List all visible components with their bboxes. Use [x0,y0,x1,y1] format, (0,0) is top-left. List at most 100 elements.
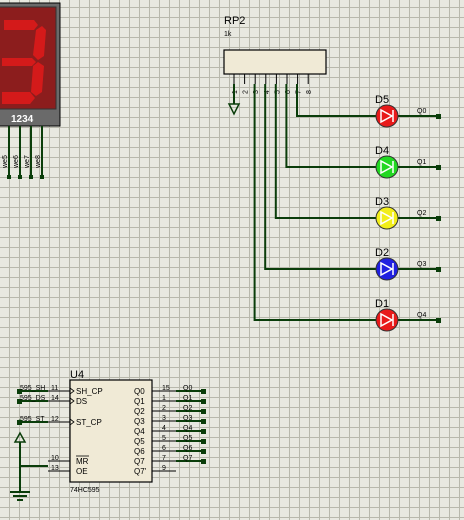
u4-left-pin-name: OE [76,467,88,476]
u4-right-net-label: Q2 [183,405,192,412]
u4-right-pin-name: Q5 [134,437,145,446]
display-pin-label: we7 [24,155,31,169]
led-ref: D3 [375,196,389,208]
u4-right-net-label: Q7 [183,455,192,462]
u4-right-pin-number: 6 [162,445,166,452]
u4-left-pin-name: ST_CP [76,418,102,427]
leds: D5 D4 D3 D2 D1 [375,94,399,332]
u4-left-pin-name: SH_CP [76,387,103,396]
led-ref: D1 [375,298,389,310]
power-arrow-icon [13,431,27,443]
led-wire [253,84,376,321]
u4-ref: U4 [70,369,84,381]
display-pin-label: we8 [35,155,42,169]
net-terminal [201,399,206,404]
net-terminal [436,165,441,170]
net-terminal [201,409,206,414]
display-pins: we5 we6 we7 we8 [2,126,44,179]
u4-right-net-label: Q4 [183,425,192,432]
display-pin-end [40,175,44,179]
led-body [375,257,399,281]
seven-segment-display[interactable]: 1234 we5 we6 we7 we8 [0,2,61,179]
u4-left-net-label: 595_SH [20,385,45,392]
u4-right-net-label: Q6 [183,445,192,452]
rp2-value: 1k [224,31,232,38]
u4-right-pin-name: Q1 [134,397,145,406]
u4-right-pin-name: Q4 [134,427,145,436]
u4-left-pin-number: 14 [51,395,59,402]
led-net-label: Q4 [417,312,426,319]
rp2-pin-number: 8 [306,90,313,94]
u4-left-pin-name: DS [76,397,87,406]
net-terminal [201,429,206,434]
u4-left-pin-name: MR [76,457,89,466]
led-d3[interactable]: D3 [375,196,399,230]
net-terminal [201,389,206,394]
led-d4[interactable]: D4 [375,145,399,179]
u4-part: 74HC595 [70,487,100,494]
u4-right-pin-number: 7 [162,455,166,462]
u4-right-pin-name: Q2 [134,407,145,416]
u4-right-net-label: Q1 [183,395,192,402]
display-pin-end [29,175,33,179]
net-terminal [436,216,441,221]
digit-label: 1234 [11,114,34,125]
led-net-label: Q1 [417,159,426,166]
display-pin-end [18,175,22,179]
led-ref: D5 [375,94,389,106]
rp2-ref: RP2 [224,15,245,27]
u4-left-pin-number: 10 [51,455,59,462]
u4-right-pin-number: 15 [162,385,170,392]
led-wire [274,84,376,219]
u4-right-pin-name: Q6 [134,447,145,456]
u4-right-pin-number: 2 [162,405,166,412]
net-terminal [201,439,206,444]
u4-right-pin-name: Q7 [134,457,145,466]
led-wires: Q0 Q1 Q2 Q3 Q4 [253,84,441,323]
led-net-label: Q3 [417,261,426,268]
led-d1[interactable]: D1 [375,298,399,332]
ic-u4-74hc595[interactable]: U4 74HC595 595_SH 11 SH_CP595_DS 14 DS595_ST… [10,369,206,501]
led-body [375,155,399,179]
u4-left-pin-number: 12 [51,416,59,423]
u4-right-pin-number: 5 [162,435,166,442]
led-wire [264,84,376,270]
led-body [375,308,399,332]
u4-right-net-label: Q3 [183,415,192,422]
led-body [375,206,399,230]
led-ref: D4 [375,145,389,157]
led-net-label: Q0 [417,108,426,115]
schematic-canvas[interactable]: 1234 we5 we6 we7 we8 RP2 1k 12345678 Q0 Q1 Q2… [0,0,464,520]
net-terminal [201,459,206,464]
rp2-pin-number: 2 [243,90,250,94]
net-terminal [436,318,441,323]
net-terminal [436,114,441,119]
ground-icon [10,442,48,501]
u4-left-pin-number: 11 [51,385,58,392]
u4-right-pin-name: Q7' [134,467,147,476]
u4-right-net-label: Q5 [183,435,192,442]
u4-right-pin-number: 3 [162,415,166,422]
led-d2[interactable]: D2 [375,247,399,281]
u4-right-net-label: Q0 [183,385,192,392]
led-body [375,104,399,128]
led-net-label: Q2 [417,210,426,217]
u4-left-net-label: 595_DS [20,395,46,402]
led-wire [285,84,376,168]
rp2-pins: 12345678 [232,74,313,104]
led-d5[interactable]: D5 [375,94,399,128]
net-terminal [201,419,206,424]
u4-right-pin-number: 1 [162,395,166,402]
ground-arrow-icon [227,103,241,116]
u4-right-pin-name: Q0 [134,387,145,396]
led-wire [296,84,376,117]
u4-right-pin-number: 4 [162,425,166,432]
net-terminal [436,267,441,272]
u4-right-pin-name: Q3 [134,417,145,426]
u4-right-pin-number: 9 [162,465,166,472]
display-pin-label: we5 [2,155,9,169]
display-pin-label: we6 [13,155,20,169]
u4-left-pin-number: 13 [51,465,59,472]
display-pin-end [7,175,11,179]
net-terminal [201,449,206,454]
